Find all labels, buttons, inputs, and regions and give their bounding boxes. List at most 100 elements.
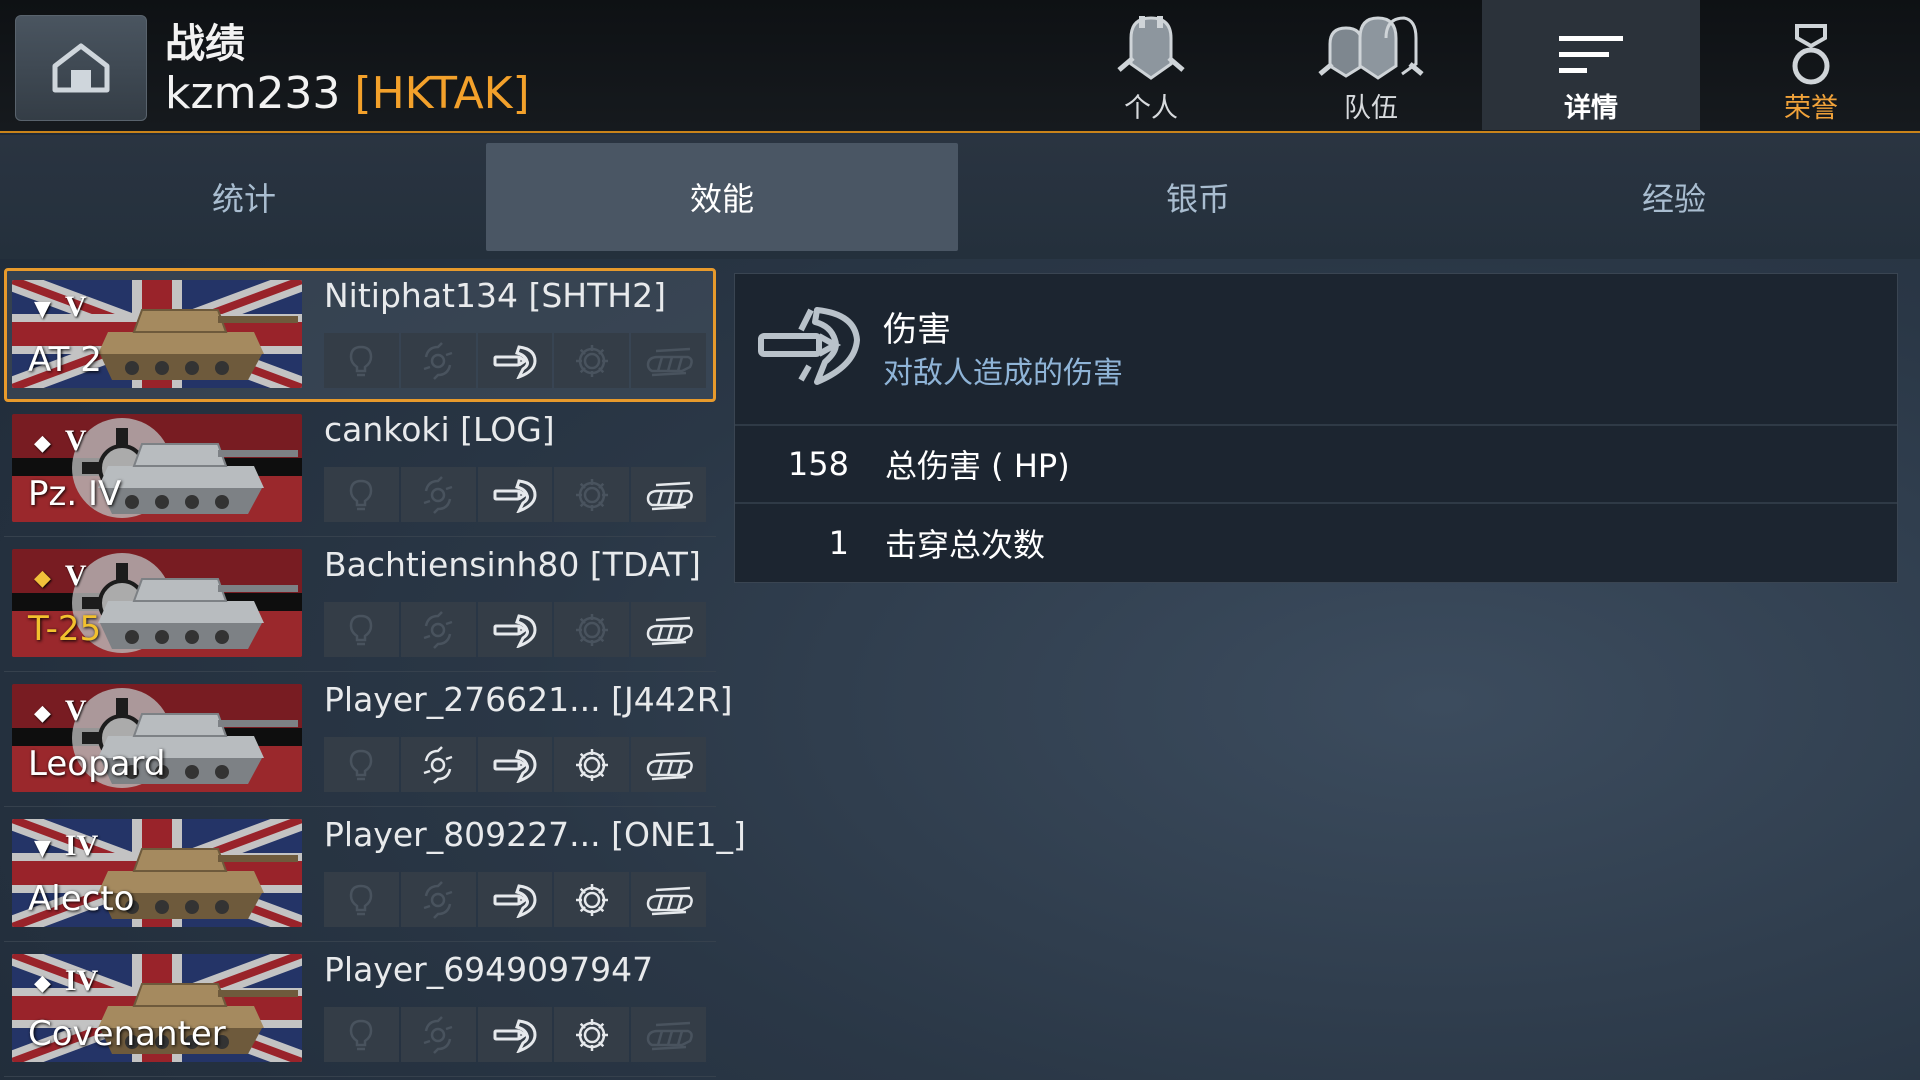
damage-shell-icon bbox=[493, 478, 537, 513]
player-row[interactable]: ◆ IV Covenanter Player_6949097947 bbox=[4, 942, 716, 1077]
damage-shell-icon bbox=[758, 307, 860, 385]
medal-slot bbox=[477, 1007, 553, 1062]
gear-icon bbox=[575, 1018, 608, 1051]
vehicle-type-icon: ◆ bbox=[34, 701, 51, 726]
player-row[interactable]: ▼ V AT 2 Nitiphat134 [SHTH2] bbox=[4, 268, 716, 402]
vehicle-type-icon: ◆ bbox=[34, 566, 51, 591]
medal-slot bbox=[477, 602, 553, 657]
spotting-arrows-icon bbox=[423, 745, 453, 784]
player-row[interactable]: ◆ V T-25 Bachtiensinh80 [TDAT] bbox=[4, 537, 716, 672]
gear-icon bbox=[575, 478, 608, 511]
player-row[interactable]: ◆ V Pz. IV cankoki [LOG] bbox=[4, 402, 716, 537]
tier-badge: ◆ V bbox=[34, 559, 87, 593]
vehicle-type-icon: ▼ bbox=[34, 836, 51, 861]
achievement-bar bbox=[324, 333, 706, 388]
nav-team-label: 队伍 bbox=[1344, 93, 1398, 124]
player-row[interactable]: ▼ IV Alecto Player_809227... [ONE1_] bbox=[4, 807, 746, 942]
tab-statistics[interactable]: 统计 bbox=[8, 143, 480, 251]
tier-badge: ▼ IV bbox=[34, 829, 98, 863]
page-title: 战绩 bbox=[165, 21, 245, 67]
medal-slot bbox=[631, 737, 706, 792]
achievement-bar bbox=[324, 467, 706, 522]
tank-name: Leopard bbox=[28, 744, 166, 784]
tank-card: ▼ V AT 2 bbox=[12, 280, 302, 388]
medal-slot bbox=[631, 602, 706, 657]
spotting-arrows-icon bbox=[423, 341, 453, 380]
medal-slot bbox=[554, 602, 630, 657]
tab-efficiency[interactable]: 效能 bbox=[486, 143, 958, 251]
title-block: 战绩 kzm233 [HKTAK] bbox=[165, 20, 530, 120]
tank-card: ◆ V T-25 bbox=[12, 549, 302, 657]
tracks-assist-icon bbox=[646, 886, 693, 915]
nav-team[interactable]: 队伍 bbox=[1262, 0, 1480, 130]
medal-slot bbox=[324, 602, 399, 657]
tab-silver[interactable]: 银币 bbox=[962, 143, 1434, 251]
vehicle-type-icon: ◆ bbox=[34, 971, 51, 996]
medal-ribbon-icon bbox=[1792, 24, 1830, 85]
nav-honors[interactable]: 荣誉 bbox=[1702, 0, 1920, 130]
lightbulb-icon bbox=[350, 884, 373, 915]
damage-shell-icon bbox=[493, 748, 537, 783]
nav-personal[interactable]: 个人 bbox=[1042, 0, 1260, 130]
lightbulb-icon bbox=[350, 479, 373, 510]
medal-slot bbox=[631, 1007, 706, 1062]
damage-shell-icon bbox=[493, 883, 537, 918]
medal-slot bbox=[631, 333, 706, 388]
medal-slot bbox=[631, 467, 706, 522]
damage-shell-icon bbox=[493, 344, 537, 379]
medal-slot bbox=[324, 467, 399, 522]
nav-details[interactable]: 详情 bbox=[1482, 0, 1700, 130]
player-name: kzm233 bbox=[165, 68, 341, 119]
detail-panel: 伤害 对敌人造成的伤害 158 总伤害 ( HP) 1 击穿总次数 bbox=[734, 273, 1898, 583]
spotting-arrows-icon bbox=[423, 475, 453, 514]
medal-slot bbox=[324, 737, 399, 792]
lightbulb-icon bbox=[350, 749, 373, 780]
medal-slot bbox=[477, 872, 553, 927]
player-row[interactable]: ◆ V Leopard Player_276621... [J442R] bbox=[4, 672, 733, 807]
medal-slot bbox=[554, 872, 630, 927]
medal-slot bbox=[400, 1007, 476, 1062]
player-name: Bachtiensinh80 [TDAT] bbox=[324, 545, 701, 584]
medal-slot bbox=[400, 737, 476, 792]
medal-slot bbox=[400, 602, 476, 657]
lightbulb-icon bbox=[350, 1019, 373, 1050]
medal-slot bbox=[400, 872, 476, 927]
player-name: Nitiphat134 [SHTH2] bbox=[324, 276, 666, 315]
nav-personal-label: 个人 bbox=[1124, 93, 1178, 124]
medal-slot bbox=[324, 333, 399, 388]
tier-numeral: V bbox=[64, 424, 87, 457]
tank-card: ◆ IV Covenanter bbox=[12, 954, 302, 1062]
tier-numeral: V bbox=[64, 559, 87, 592]
details-lines-icon bbox=[1559, 36, 1623, 73]
tank-name: Covenanter bbox=[28, 1014, 226, 1054]
stat-label: 总伤害 ( HP) bbox=[885, 447, 1070, 485]
tier-numeral: IV bbox=[64, 964, 99, 997]
tier-badge: ◆ IV bbox=[34, 964, 98, 998]
tracks-assist-icon bbox=[646, 481, 693, 510]
player-name: cankoki [LOG] bbox=[324, 410, 555, 449]
detail-header: 伤害 对敌人造成的伤害 bbox=[735, 274, 1897, 426]
stat-value: 158 bbox=[787, 445, 849, 483]
detail-description: 对敌人造成的伤害 bbox=[883, 356, 1123, 391]
player-name: Player_6949097947 bbox=[324, 950, 654, 989]
nav-honors-label: 荣誉 bbox=[1784, 93, 1838, 124]
medal-slot bbox=[631, 872, 706, 927]
garage-home-button[interactable] bbox=[15, 15, 147, 121]
tank-name: AT 2 bbox=[28, 340, 102, 380]
gear-icon bbox=[575, 344, 608, 377]
stat-value: 1 bbox=[828, 524, 849, 562]
medal-slot bbox=[400, 333, 476, 388]
tracks-assist-icon bbox=[646, 347, 693, 376]
tab-experience[interactable]: 经验 bbox=[1438, 143, 1910, 251]
spotting-arrows-icon bbox=[423, 1015, 453, 1054]
tier-numeral: V bbox=[64, 694, 87, 727]
gear-icon bbox=[575, 613, 608, 646]
sub-tabs: 统计 效能 银币 经验 bbox=[0, 135, 1920, 259]
tracks-assist-icon bbox=[646, 1021, 693, 1050]
medal-slot bbox=[554, 333, 630, 388]
vehicle-type-icon: ▼ bbox=[34, 297, 51, 322]
tier-badge: ▼ V bbox=[34, 290, 87, 324]
tank-card: ◆ V Leopard bbox=[12, 684, 302, 792]
achievement-bar bbox=[324, 1007, 706, 1062]
lightbulb-icon bbox=[350, 345, 373, 376]
